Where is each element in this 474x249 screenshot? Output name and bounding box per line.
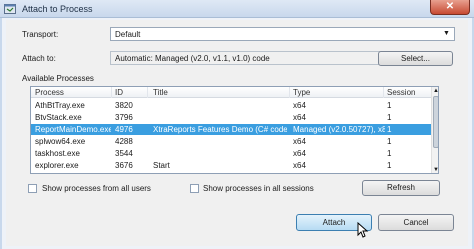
title-bar: Attach to Process ✕ — [0, 0, 474, 18]
mouse-cursor-icon — [357, 222, 369, 238]
cell-session: 1 — [387, 161, 392, 170]
cell-id: 4976 — [115, 125, 133, 134]
cell-id: 3796 — [115, 113, 133, 122]
scroll-down-icon[interactable]: ▼ — [432, 166, 438, 173]
table-row[interactable]: AthBtTray.exe 3820 x64 1 — [31, 100, 431, 111]
table-row[interactable]: explorer.exe 3676 Start x64 1 — [31, 160, 431, 171]
transport-label: Transport: — [22, 30, 59, 39]
column-header-type[interactable]: Type — [293, 88, 310, 97]
close-button[interactable]: ✕ — [430, 0, 470, 15]
transport-value: Default — [115, 30, 141, 39]
cell-process: splwow64.exe — [35, 137, 86, 146]
table-row[interactable]: taskhost.exe 3544 x64 1 — [31, 148, 431, 159]
cell-type: x64 — [293, 161, 306, 170]
column-divider[interactable] — [383, 87, 384, 98]
cell-process: BtvStack.exe — [35, 113, 82, 122]
cell-process: ReportMainDemo.exe — [35, 125, 111, 134]
cell-session: 1 — [387, 101, 392, 110]
column-divider[interactable] — [147, 87, 148, 98]
show-all-users-label[interactable]: Show processes from all users — [42, 184, 151, 193]
cell-title: XtraReports Features Demo (C# code) — [153, 125, 287, 134]
cell-session: 1 — [387, 125, 392, 134]
column-header-session[interactable]: Session — [387, 88, 415, 97]
column-header-id[interactable]: ID — [115, 88, 123, 97]
cell-process: AthBtTray.exe — [35, 101, 85, 110]
attach-to-label: Attach to: — [22, 54, 56, 63]
cell-title: Start — [153, 161, 170, 170]
transport-dropdown[interactable]: Default ▼ — [110, 27, 455, 41]
column-header-title[interactable]: Title — [153, 88, 168, 97]
cell-id: 4288 — [115, 137, 133, 146]
available-processes-label: Available Processes — [22, 74, 94, 83]
column-divider[interactable] — [289, 87, 290, 98]
table-row[interactable]: splwow64.exe 4288 x64 1 — [31, 136, 431, 147]
vertical-scrollbar[interactable]: ▲ ▼ — [431, 87, 438, 173]
cell-session: 1 — [387, 113, 392, 122]
column-divider[interactable] — [111, 87, 112, 98]
cell-type: x64 — [293, 113, 306, 122]
attach-to-field: Automatic: Managed (v2.0, v1.1, v1.0) co… — [110, 51, 392, 65]
cell-type: x64 — [293, 137, 306, 146]
chevron-down-icon[interactable]: ▼ — [441, 29, 452, 39]
table-row[interactable]: BtvStack.exe 3796 x64 1 — [31, 112, 431, 123]
cell-type: x64 — [293, 149, 306, 158]
scrollbar-thumb[interactable] — [433, 96, 438, 148]
cancel-button[interactable]: Cancel — [378, 214, 454, 231]
process-list[interactable]: Process ID Title Type Session AthBtTray.… — [30, 86, 439, 174]
cell-type: x64 — [293, 101, 306, 110]
cell-session: 1 — [387, 137, 392, 146]
window-title: Attach to Process — [22, 4, 93, 14]
cell-id: 3676 — [115, 161, 133, 170]
cell-process: taskhost.exe — [35, 149, 80, 158]
show-all-users-checkbox[interactable] — [28, 184, 37, 193]
show-all-sessions-checkbox[interactable] — [190, 184, 199, 193]
close-icon: ✕ — [445, 1, 455, 12]
window-app-icon — [4, 4, 16, 14]
column-header-process[interactable]: Process — [35, 88, 64, 97]
table-row-selected[interactable]: ReportMainDemo.exe 4976 XtraReports Feat… — [31, 124, 431, 135]
scroll-up-icon[interactable]: ▲ — [432, 87, 438, 95]
refresh-button[interactable]: Refresh — [362, 180, 440, 196]
cell-session: 1 — [387, 149, 392, 158]
cell-process: explorer.exe — [35, 161, 79, 170]
attach-to-value: Automatic: Managed (v2.0, v1.1, v1.0) co… — [115, 54, 270, 63]
show-all-sessions-label[interactable]: Show processes in all sessions — [203, 184, 314, 193]
cell-type: Managed (v2.0.50727), x86 — [293, 125, 385, 134]
list-header: Process ID Title Type Session — [31, 87, 431, 98]
cell-id: 3544 — [115, 149, 133, 158]
select-button[interactable]: Select... — [378, 51, 453, 66]
cell-id: 3820 — [115, 101, 133, 110]
